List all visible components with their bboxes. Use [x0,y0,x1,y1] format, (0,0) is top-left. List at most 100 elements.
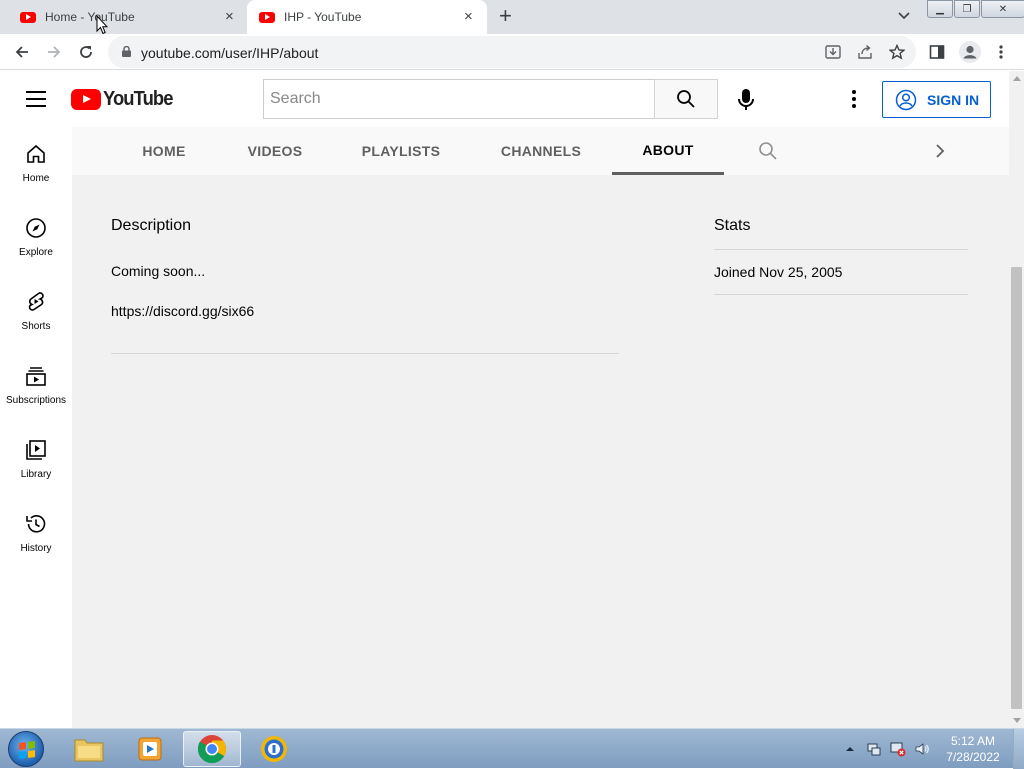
tab-home[interactable]: HOME [128,127,200,175]
guide-label: Library [20,469,52,480]
youtube-page: YouTube SIGN IN [0,71,1024,728]
tab-title: IHP - YouTube [284,10,362,24]
guide-item-shorts[interactable]: Shorts [0,275,72,349]
compass-icon [26,218,46,238]
address-bar[interactable]: youtube.com/user/IHP/about [108,36,916,68]
reload-button[interactable] [75,41,97,63]
joined-date: Joined Nov 25, 2005 [714,264,843,280]
about-section: Description Coming soon... https://disco… [72,175,1009,728]
clock-time: 5:12 AM [950,734,996,748]
youtube-logo[interactable]: YouTube [71,88,179,111]
guide-item-explore[interactable]: Explore [0,201,72,275]
taskbar-file-explorer[interactable] [60,731,118,767]
chevron-right-icon[interactable] [932,141,948,161]
sign-in-label: SIGN IN [927,91,980,108]
stats-divider-top [714,249,968,250]
close-tab-icon[interactable]: × [225,9,234,24]
mini-guide: Home Explore Shorts Subscriptions Librar… [0,127,72,728]
scroll-up-icon[interactable] [1013,76,1021,81]
search-icon [677,90,695,108]
browser-tab-strip: Home - YouTube × IHP - YouTube × + ▁ ❐ ✕ [0,0,1024,34]
bookmark-star-icon[interactable] [889,44,905,60]
channel-search-icon[interactable] [758,141,778,161]
taskbar-chrome[interactable] [183,731,241,767]
tab-channels[interactable]: CHANNELS [492,127,590,175]
mouse-cursor-icon [96,15,108,35]
account-circle-icon [895,89,917,110]
chrome-icon [197,735,226,764]
description-link[interactable]: https://discord.gg/six66 [111,303,254,319]
profile-avatar[interactable] [959,41,981,63]
clock-date: 7/28/2022 [946,750,1000,764]
volume-icon[interactable] [914,741,930,757]
tab-about[interactable]: ABOUT [612,127,724,175]
page-scrollbar[interactable] [1009,71,1024,728]
url-text[interactable]: youtube.com/user/IHP/about [141,45,318,61]
search-box [263,79,655,119]
description-divider [111,353,619,354]
install-app-icon[interactable] [825,44,841,60]
tab-home-youtube[interactable]: Home - YouTube × [0,0,246,34]
guide-item-home[interactable]: Home [0,127,72,201]
subscriptions-icon [26,367,46,386]
new-tab-button[interactable]: + [499,5,512,27]
chevron-down-icon[interactable] [898,10,910,22]
windows-taskbar: 5:12 AM 7/28/2022 [0,728,1024,769]
tab-title: Home - YouTube [45,10,135,24]
taskbar-media-player[interactable] [121,731,179,767]
network-error-icon[interactable] [890,741,906,757]
menu-icon[interactable] [26,91,46,107]
settings-more-icon[interactable] [851,90,857,110]
channel-tabs: HOME VIDEOS PLAYLISTS CHANNELS ABOUT [72,127,1009,175]
show-desktop-button[interactable] [1013,729,1024,769]
start-button[interactable] [8,731,44,767]
guide-label: Shorts [21,321,51,332]
action-center-icon[interactable] [866,741,882,757]
close-window-button[interactable]: ✕ [981,0,1024,18]
lock-icon[interactable] [122,46,131,57]
arrow-left-icon [15,46,28,58]
back-button[interactable] [11,41,33,63]
logo-wordmark: YouTube [103,88,173,110]
taskbar-security-app[interactable] [245,731,303,767]
scroll-down-icon[interactable] [1013,718,1021,723]
search-input[interactable] [264,80,655,118]
forward-button[interactable] [43,41,65,63]
description-text: Coming soon... [111,263,206,279]
show-hidden-icons-icon[interactable] [842,741,858,757]
guide-item-history[interactable]: History [0,497,72,571]
share-icon[interactable] [857,44,873,60]
media-player-icon [138,737,162,761]
youtube-favicon-icon [20,11,36,23]
microphone-icon[interactable] [735,88,757,112]
chrome-menu-icon[interactable] [998,44,1004,60]
reload-icon [80,46,92,58]
guide-item-library[interactable]: Library [0,423,72,497]
scroll-thumb[interactable] [1011,267,1022,709]
taskbar-clock[interactable]: 5:12 AM 7/28/2022 [940,733,1006,765]
search-button[interactable] [654,79,718,119]
side-panel-icon[interactable] [929,44,945,60]
windows-logo-icon [19,741,35,759]
window-controls: ▁ ❐ ✕ [927,0,1024,18]
guide-item-subscriptions[interactable]: Subscriptions [0,349,72,423]
youtube-play-icon [71,89,101,110]
shorts-icon [28,292,44,311]
tab-playlists[interactable]: PLAYLISTS [354,127,448,175]
minimize-button[interactable]: ▁ [927,0,953,18]
tab-ihp-youtube[interactable]: IHP - YouTube × [247,0,487,34]
youtube-favicon-icon [259,11,275,23]
restore-button[interactable]: ❐ [954,0,980,18]
description-heading: Description [111,217,192,234]
history-icon [26,515,46,533]
account-icon [963,45,977,59]
home-icon [27,144,45,163]
arrow-right-icon [48,46,61,58]
folder-icon [74,739,104,762]
close-tab-icon[interactable]: × [464,9,473,24]
guide-label: Explore [19,247,53,258]
guide-label: History [20,543,52,554]
system-tray [842,729,938,769]
tab-videos[interactable]: VIDEOS [240,127,310,175]
sign-in-button[interactable]: SIGN IN [882,81,991,118]
